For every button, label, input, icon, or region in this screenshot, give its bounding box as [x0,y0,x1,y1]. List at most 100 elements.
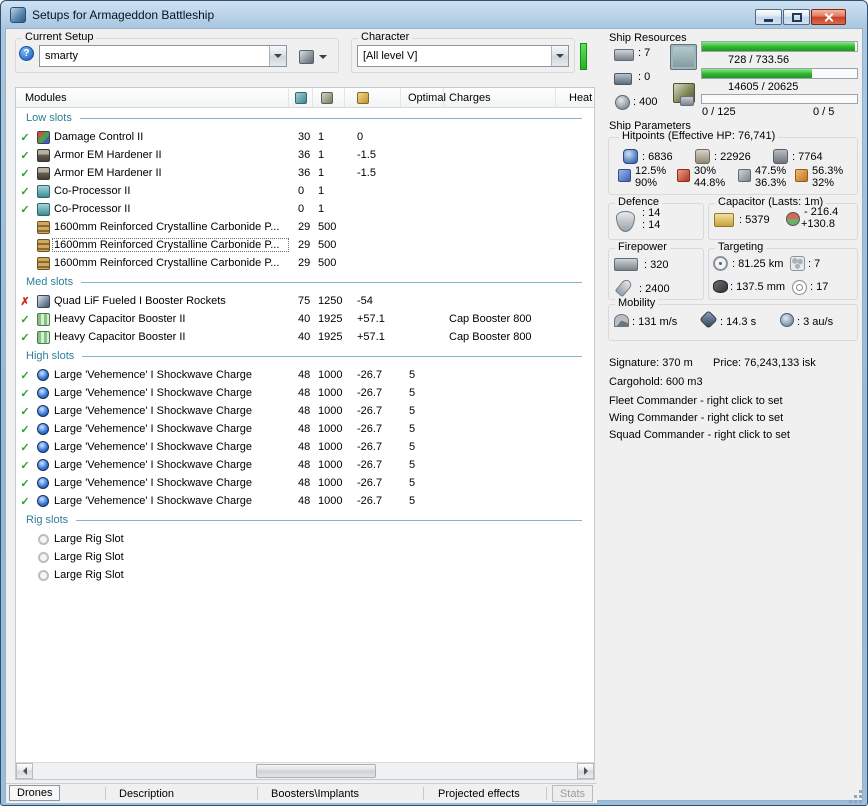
modules-column-header[interactable]: Modules [16,88,289,107]
module-row[interactable]: Heavy Capacitor Booster II 40 1925 +57.1… [16,328,594,346]
slot-section-line [80,118,582,119]
module-row[interactable]: Large 'Vehemence' I Shockwave Charge 48 … [16,420,594,438]
squad-commander-text[interactable]: Squad Commander - right click to set [609,429,790,442]
module-row[interactable]: Large Rig Slot [16,530,594,548]
sensor-strength-icon [792,280,807,295]
tab-description[interactable]: Description [112,786,181,802]
module-capacitor-value: -1.5 [345,167,401,179]
resize-grip[interactable] [849,790,863,804]
scroll-left-button[interactable] [16,763,33,779]
tab-separator [105,787,106,800]
module-name: Co-Processor II [52,184,289,198]
structure-hp-value: : 7764 [792,151,823,164]
module-cpu-value: 48 [289,369,313,381]
module-capacitor-value: -26.7 [345,477,401,489]
module-name: Large 'Vehemence' I Shockwave Charge [52,386,289,400]
help-icon[interactable]: ? [19,46,34,61]
heat-column-header[interactable]: Heat [556,88,594,107]
module-row[interactable]: Large 'Vehemence' I Shockwave Charge 48 … [16,492,594,510]
maximize-icon [792,13,802,22]
module-row[interactable]: 1600mm Reinforced Crystalline Carbonide … [16,236,594,254]
character-dropdown-button[interactable] [551,46,568,66]
cpu-usage-text: 728 / 733.56 [728,54,789,67]
fleet-commander-text[interactable]: Fleet Commander - right click to set [609,395,783,408]
slot-section-label: Rig slots [26,514,68,526]
slot-section-line [76,520,582,521]
module-icon [37,405,49,417]
tab-boosters-implants[interactable]: Boosters\Implants [264,786,366,802]
module-row[interactable]: Large 'Vehemence' I Shockwave Charge 48 … [16,456,594,474]
module-capacitor-value: -26.7 [345,423,401,435]
module-name: Armor EM Hardener II [52,166,289,180]
module-cpu-value: 48 [289,477,313,489]
charges-column-header[interactable]: Charges [444,88,556,107]
module-icon [37,441,49,453]
firepower-label: Firepower [615,241,670,253]
module-status-icon [20,204,29,216]
module-icon [37,131,50,144]
module-row[interactable]: 1600mm Reinforced Crystalline Carbonide … [16,254,594,272]
scroll-right-button[interactable] [577,763,594,779]
module-row[interactable]: Armor EM Hardener II 36 1 -1.5 [16,146,594,164]
module-row[interactable]: Large Rig Slot [16,566,594,584]
titlebar[interactable]: Setups for Armageddon Battleship [1,1,867,28]
module-icon [37,495,49,507]
module-powergrid-value: 1925 [313,313,345,325]
em-resist-bottom: 90% [635,177,657,190]
module-powergrid-value: 1000 [313,405,345,417]
module-cpu-value: 48 [289,495,313,507]
minimize-button[interactable] [755,9,782,25]
close-button[interactable] [811,9,846,25]
turret-firepower-icon [614,258,638,271]
tab-projected-effects[interactable]: Projected effects [431,786,527,802]
module-name: Damage Control II [52,130,289,144]
dronebay-usage-text: 0 / 125 [702,106,736,119]
module-name: Large 'Vehemence' I Shockwave Charge [52,422,289,436]
maximize-button[interactable] [783,9,810,25]
character-select[interactable]: [All level V] [357,45,569,67]
module-name: Co-Processor II [52,202,289,216]
tab-drones[interactable]: Drones [9,785,60,801]
targeting-range-icon [713,256,728,271]
module-row[interactable]: Co-Processor II 0 1 [16,200,594,218]
module-row[interactable]: Armor EM Hardener II 36 1 -1.5 [16,164,594,182]
module-row[interactable]: Large Rig Slot [16,548,594,566]
capacitor-capacity-value: : 5379 [739,214,770,227]
module-status-icon [20,150,29,162]
module-row[interactable]: Large 'Vehemence' I Shockwave Charge 48 … [16,474,594,492]
optimal-column-header[interactable]: Optimal [401,88,444,107]
module-capacitor-value: -26.7 [345,387,401,399]
module-cpu-value: 48 [289,387,313,399]
module-optimal-value: 5 [401,405,444,417]
setup-select[interactable]: smarty [39,45,287,67]
scrollbar-thumb[interactable] [256,764,376,778]
capacitor-column-icon [357,92,369,104]
wing-commander-text[interactable]: Wing Commander - right click to set [609,412,783,425]
module-name: Quad LiF Fueled I Booster Rockets [52,294,289,308]
powergrid-column-header[interactable] [313,88,345,107]
module-name: 1600mm Reinforced Crystalline Carbonide … [52,238,289,252]
setup-dropdown-button[interactable] [269,46,286,66]
module-charges-value: Cap Booster 800 [444,313,556,325]
module-row[interactable]: Large 'Vehemence' I Shockwave Charge 48 … [16,402,594,420]
module-row[interactable]: Large 'Vehemence' I Shockwave Charge 48 … [16,384,594,402]
module-row[interactable]: Large 'Vehemence' I Shockwave Charge 48 … [16,366,594,384]
module-row[interactable]: Large 'Vehemence' I Shockwave Charge 48 … [16,438,594,456]
module-row[interactable]: Damage Control II 30 1 0 [16,128,594,146]
module-row[interactable]: Quad LiF Fueled I Booster Rockets 75 125… [16,292,594,310]
capacitor-column-header[interactable] [345,88,401,107]
stats-button[interactable]: Stats [552,785,593,802]
module-row[interactable]: Co-Processor II 0 1 [16,182,594,200]
module-row[interactable]: Heavy Capacitor Booster II 40 1925 +57.1… [16,310,594,328]
module-name: Armor EM Hardener II [52,148,289,162]
module-status-icon [20,478,29,490]
cpu-column-header[interactable] [289,88,313,107]
setup-tools-button[interactable] [297,47,335,66]
module-row[interactable]: 1600mm Reinforced Crystalline Carbonide … [16,218,594,236]
cargohold-text: Cargohold: 600 m3 [609,376,703,389]
kinetic-damage-icon [738,169,751,182]
horizontal-scrollbar[interactable] [16,762,594,779]
module-capacitor-value: 0 [345,131,401,143]
module-powergrid-value: 500 [313,239,345,251]
arrow-right-icon [584,767,588,775]
